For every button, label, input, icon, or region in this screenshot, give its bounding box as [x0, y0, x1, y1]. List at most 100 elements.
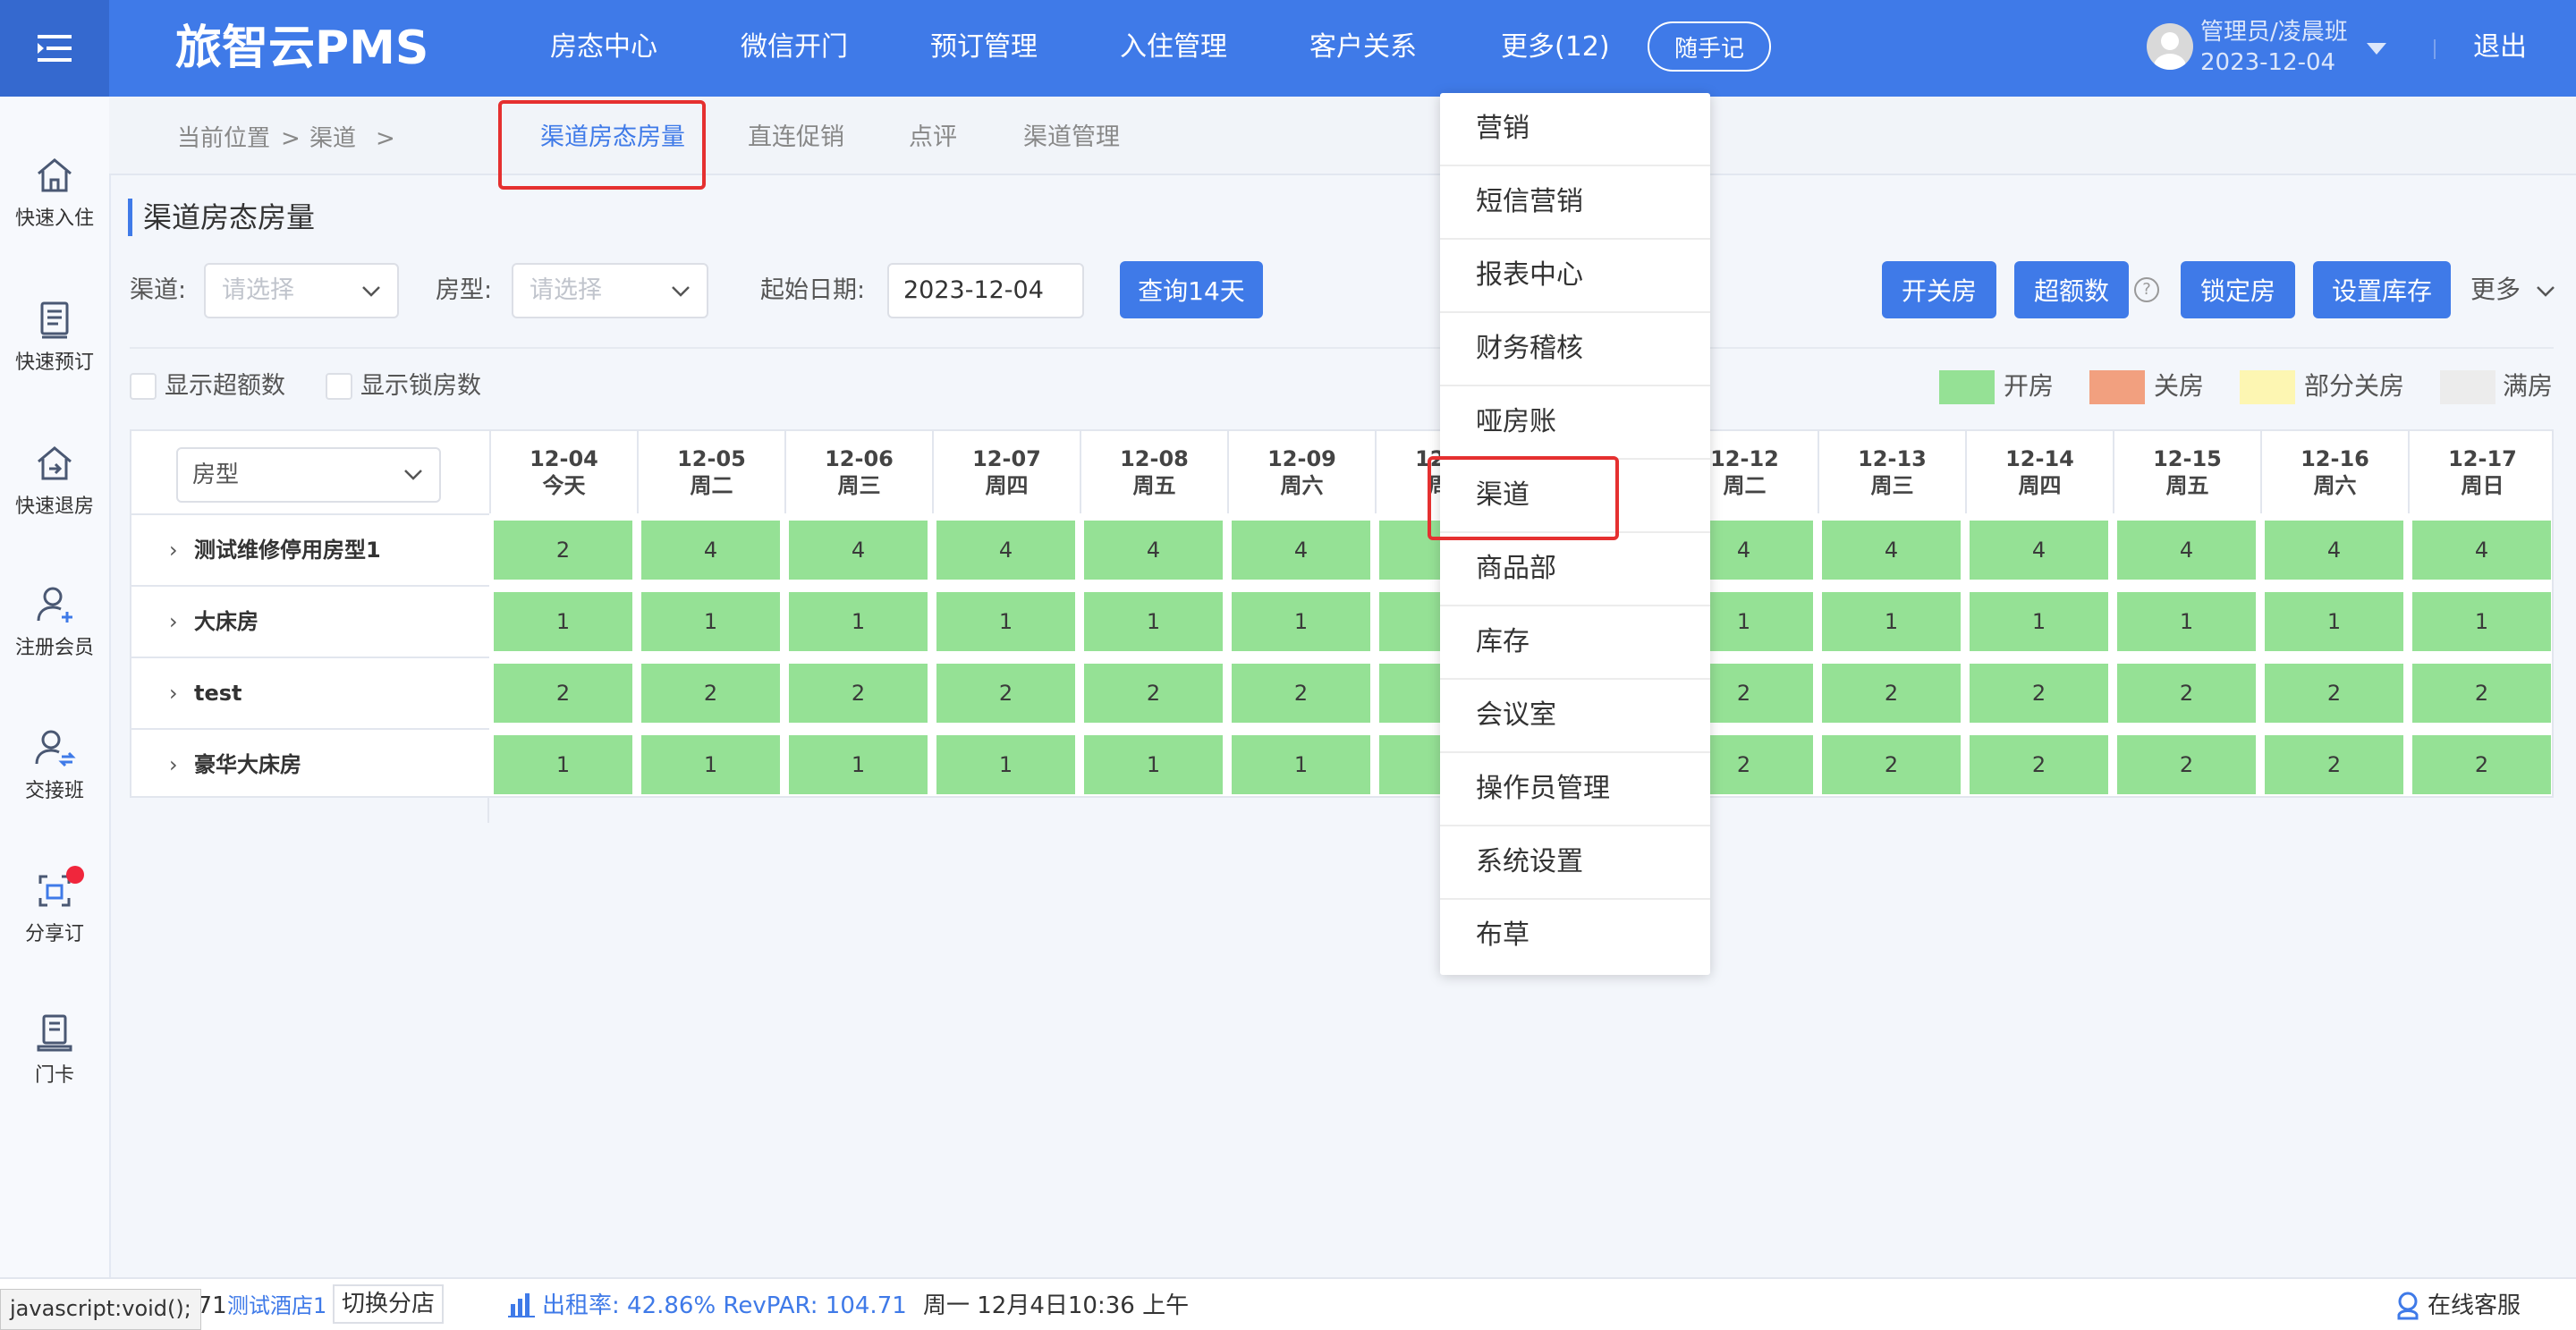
- inventory-cell[interactable]: 1: [789, 592, 928, 651]
- inventory-cell[interactable]: 2: [1822, 735, 1961, 794]
- sidebar-item-share-booking[interactable]: 分享订: [0, 862, 109, 978]
- nav-crm[interactable]: 客户关系: [1309, 27, 1417, 68]
- menu-item-finance-audit[interactable]: 财务稽核: [1440, 313, 1710, 386]
- tab-channel-management[interactable]: 渠道管理: [1023, 122, 1120, 154]
- inventory-cell[interactable]: 1: [641, 592, 780, 651]
- room-type-row-header[interactable]: › 测试维修停用房型1: [131, 513, 489, 583]
- query-14-days-button[interactable]: 查询14天: [1120, 261, 1263, 318]
- inventory-cell[interactable]: 1: [1822, 592, 1961, 651]
- inventory-cell[interactable]: 1: [936, 735, 1075, 794]
- open-close-room-button[interactable]: 开关房: [1882, 261, 1996, 318]
- menu-toggle-icon[interactable]: [0, 0, 109, 97]
- inventory-cell[interactable]: 2: [2117, 735, 2256, 794]
- sidebar-item-door-card[interactable]: 门卡: [0, 1004, 109, 1120]
- inventory-cell[interactable]: 2: [641, 664, 780, 723]
- switch-branch-button[interactable]: 切换分店: [333, 1284, 445, 1324]
- inventory-cell[interactable]: 1: [494, 735, 632, 794]
- inventory-cell[interactable]: 4: [936, 521, 1075, 580]
- inventory-cell[interactable]: 2: [494, 521, 632, 580]
- expand-chevron-icon[interactable]: ›: [169, 658, 178, 728]
- sidebar-item-quick-checkout[interactable]: 快速退房: [0, 435, 109, 551]
- breadcrumb-channel[interactable]: 渠道: [309, 123, 356, 154]
- sidebar-item-quick-booking[interactable]: 快速预订: [0, 291, 109, 407]
- inventory-cell[interactable]: 4: [2117, 521, 2256, 580]
- set-inventory-button[interactable]: 设置库存: [2313, 261, 2451, 318]
- menu-item-meeting-room[interactable]: 会议室: [1440, 680, 1710, 753]
- inventory-cell[interactable]: 1: [936, 592, 1075, 651]
- expand-chevron-icon[interactable]: ›: [169, 587, 178, 657]
- roomtype-filter-select[interactable]: 房型: [176, 447, 441, 503]
- inventory-cell[interactable]: 1: [2412, 592, 2551, 651]
- inventory-cell[interactable]: 1: [1232, 592, 1370, 651]
- menu-item-inventory[interactable]: 库存: [1440, 606, 1710, 680]
- nav-wechat-unlock[interactable]: 微信开门: [741, 27, 848, 68]
- avatar[interactable]: [2147, 23, 2193, 70]
- inventory-cell[interactable]: 2: [936, 664, 1075, 723]
- inventory-cell[interactable]: 2: [1970, 664, 2108, 723]
- room-type-row-header[interactable]: › 豪华大床房: [131, 728, 489, 798]
- inventory-cell[interactable]: 4: [2265, 521, 2403, 580]
- customer-service-icon[interactable]: [2394, 1290, 2422, 1324]
- room-type-row-header[interactable]: › 大床房: [131, 585, 489, 655]
- inventory-cell[interactable]: 2: [2412, 664, 2551, 723]
- more-dropdown-button[interactable]: 更多: [2470, 272, 2555, 308]
- inventory-cell[interactable]: 1: [1970, 592, 2108, 651]
- inventory-cell[interactable]: 4: [1970, 521, 2108, 580]
- inventory-cell[interactable]: 2: [1084, 664, 1223, 723]
- menu-item-goods[interactable]: 商品部: [1440, 533, 1710, 606]
- menu-item-operator-management[interactable]: 操作员管理: [1440, 753, 1710, 826]
- online-service-link[interactable]: 在线客服: [2428, 1290, 2521, 1322]
- inventory-cell[interactable]: 2: [2412, 735, 2551, 794]
- inventory-cell[interactable]: 2: [2265, 664, 2403, 723]
- nav-booking[interactable]: 预订管理: [930, 27, 1038, 68]
- inventory-cell[interactable]: 4: [1232, 521, 1370, 580]
- caret-down-icon[interactable]: [2367, 43, 2386, 55]
- menu-item-system-settings[interactable]: 系统设置: [1440, 826, 1710, 900]
- channel-select[interactable]: 请选择: [204, 263, 399, 318]
- nav-room-status[interactable]: 房态中心: [550, 27, 657, 68]
- inventory-cell[interactable]: 2: [789, 664, 928, 723]
- user-name[interactable]: 管理员/凌晨班: [2200, 18, 2348, 47]
- nav-checkin[interactable]: 入住管理: [1120, 27, 1227, 68]
- help-icon[interactable]: ?: [2134, 277, 2159, 302]
- inventory-cell[interactable]: 4: [2412, 521, 2551, 580]
- inventory-cell[interactable]: 4: [1084, 521, 1223, 580]
- inventory-cell[interactable]: 1: [1232, 735, 1370, 794]
- inventory-cell[interactable]: 2: [494, 664, 632, 723]
- inventory-cell[interactable]: 1: [2265, 592, 2403, 651]
- nav-more[interactable]: 更多(12): [1501, 27, 1610, 68]
- show-locked-checkbox[interactable]: [326, 373, 352, 400]
- menu-item-dummy-account[interactable]: 哑房账: [1440, 386, 1710, 460]
- inventory-cell[interactable]: 2: [2265, 735, 2403, 794]
- menu-item-sms-marketing[interactable]: 短信营销: [1440, 166, 1710, 240]
- inventory-cell[interactable]: 2: [1232, 664, 1370, 723]
- room-type-row-header[interactable]: › test: [131, 657, 489, 726]
- memo-button[interactable]: 随手记: [1648, 21, 1771, 72]
- inventory-cell[interactable]: 1: [494, 592, 632, 651]
- start-date-input[interactable]: 2023-12-04: [887, 263, 1084, 318]
- hotel-name-link[interactable]: 测试酒店1: [227, 1290, 326, 1322]
- tab-direct-promotion[interactable]: 直连促销: [748, 122, 844, 154]
- menu-item-marketing[interactable]: 营销: [1440, 93, 1710, 166]
- inventory-cell[interactable]: 1: [1084, 735, 1223, 794]
- sidebar-item-register-member[interactable]: 注册会员: [0, 576, 109, 692]
- sidebar-item-quick-checkin[interactable]: 快速入住: [0, 147, 109, 263]
- inventory-cell[interactable]: 1: [641, 735, 780, 794]
- show-overbooking-checkbox[interactable]: [130, 373, 157, 400]
- inventory-cell[interactable]: 4: [1822, 521, 1961, 580]
- menu-item-report-center[interactable]: 报表中心: [1440, 240, 1710, 313]
- menu-item-linen[interactable]: 布草: [1440, 900, 1710, 973]
- expand-chevron-icon[interactable]: ›: [169, 730, 178, 800]
- sidebar-item-shift-handover[interactable]: 交接班: [0, 719, 109, 835]
- inventory-cell[interactable]: 2: [1970, 735, 2108, 794]
- tab-reviews[interactable]: 点评: [909, 122, 957, 154]
- logout-link[interactable]: 退出: [2473, 27, 2527, 68]
- inventory-cell[interactable]: 4: [789, 521, 928, 580]
- inventory-cell[interactable]: 2: [2117, 664, 2256, 723]
- inventory-cell[interactable]: 1: [1084, 592, 1223, 651]
- inventory-cell[interactable]: 4: [641, 521, 780, 580]
- roomtype-select[interactable]: 请选择: [512, 263, 708, 318]
- overbooking-button[interactable]: 超额数: [2014, 261, 2129, 318]
- inventory-cell[interactable]: 2: [1822, 664, 1961, 723]
- inventory-cell[interactable]: 1: [789, 735, 928, 794]
